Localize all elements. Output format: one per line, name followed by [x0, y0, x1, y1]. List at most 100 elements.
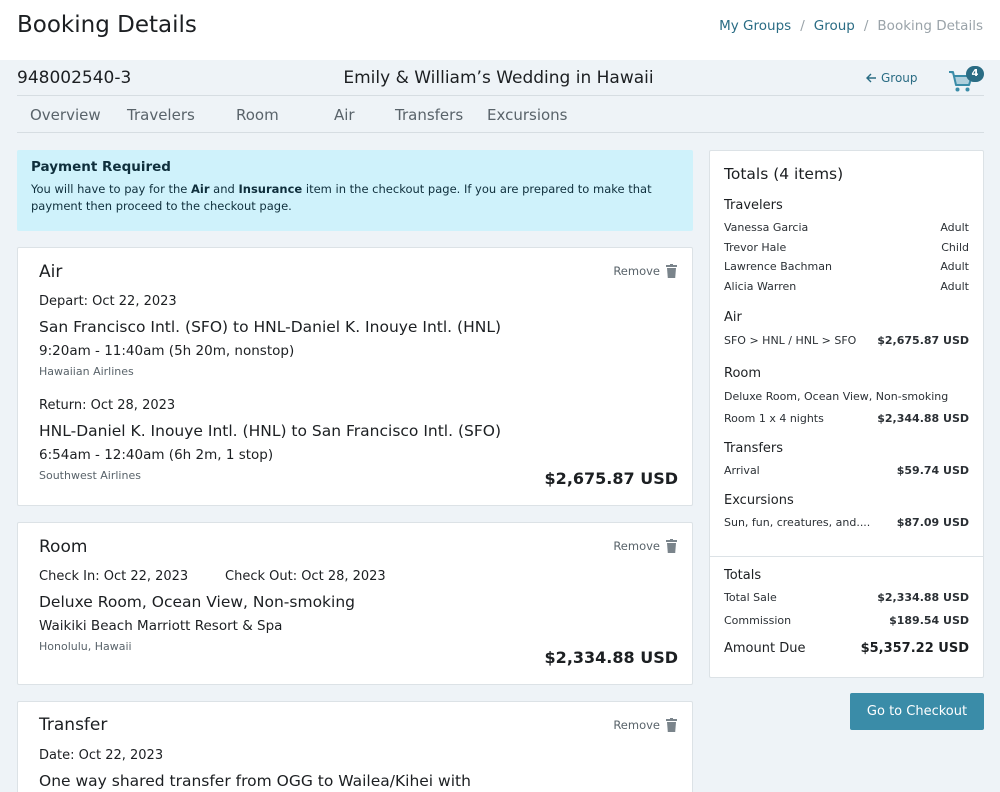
totals-travelers-heading: Travelers: [724, 198, 783, 213]
traveler-type: Adult: [940, 221, 969, 234]
totals-room-heading: Room: [724, 366, 762, 381]
tab-overview[interactable]: Overview: [30, 106, 101, 124]
hotel-location: Honolulu, Hawaii: [39, 640, 132, 653]
transfer-remove-button[interactable]: Remove: [613, 718, 677, 732]
transfer-summary: Arrival: [724, 464, 760, 477]
room-nights-summary: Room 1 x 4 nights: [724, 412, 824, 425]
alert-text: You will have to pay for the: [31, 182, 192, 196]
arrow-left-icon: [866, 73, 876, 83]
air-remove-button[interactable]: Remove: [613, 264, 677, 278]
tab-travelers[interactable]: Travelers: [127, 106, 195, 124]
trash-icon: [666, 718, 677, 732]
totals-air-heading: Air: [724, 310, 742, 325]
amount-due-label: Amount Due: [724, 641, 806, 656]
room-price: $2,334.88 USD: [544, 648, 678, 667]
room-card-title: Room: [39, 537, 88, 557]
trash-icon: [666, 539, 677, 553]
return-airline: Southwest Airlines: [39, 469, 141, 482]
tab-excursions[interactable]: Excursions: [487, 106, 568, 124]
depart-time: 9:20am - 11:40am (5h 20m, nonstop): [39, 343, 295, 359]
depart-route: San Francisco Intl. (SFO) to HNL-Daniel …: [39, 318, 502, 336]
room-card: Room Remove Check In: Oct 22, 2023 Check…: [17, 522, 693, 685]
payment-required-alert: Payment Required You will have to pay fo…: [17, 150, 693, 231]
excursion-summary: Sun, fun, creatures, and....: [724, 516, 871, 529]
tab-transfers[interactable]: Transfers: [395, 106, 463, 124]
amount-due-value: $5,357.22 USD: [860, 641, 969, 656]
alert-title: Payment Required: [31, 159, 171, 175]
traveler-name: Trevor Hale: [724, 241, 787, 254]
trash-icon: [666, 264, 677, 278]
totals-summary-heading: Totals: [724, 568, 762, 583]
alert-text: payment then proceed to the checkout pag…: [31, 199, 292, 213]
page-title: Booking Details: [17, 12, 197, 38]
top-bar: Booking Details My Groups / Group / Book…: [0, 0, 1000, 60]
total-sale-value: $2,334.88 USD: [877, 591, 969, 604]
alert-insurance-highlight: Insurance: [238, 182, 303, 196]
go-to-checkout-button[interactable]: Go to Checkout: [850, 693, 984, 730]
total-sale-row: Total Sale $2,334.88 USD: [724, 591, 969, 604]
group-name: Emily & William’s Wedding in Hawaii: [343, 68, 654, 88]
cart-count-badge: 4: [966, 66, 984, 82]
totals-room-type-row: Deluxe Room, Ocean View, Non-smoking: [724, 390, 969, 403]
remove-label: Remove: [613, 264, 660, 278]
traveler-name: Alicia Warren: [724, 280, 797, 293]
traveler-row: Vanessa Garcia Adult: [724, 221, 969, 234]
breadcrumb-my-groups[interactable]: My Groups: [719, 18, 791, 34]
traveler-row: Trevor Hale Child: [724, 241, 969, 254]
tab-air[interactable]: Air: [334, 106, 355, 124]
alert-text: and: [209, 182, 239, 196]
breadcrumb-separator: /: [863, 18, 869, 34]
totals-excursion-row: Sun, fun, creatures, and.... $87.09 USD: [724, 516, 969, 529]
room-type: Deluxe Room, Ocean View, Non-smoking: [39, 593, 355, 611]
cart-button[interactable]: 4: [948, 66, 984, 92]
transfer-date: Date: Oct 22, 2023: [39, 748, 164, 763]
transfer-card-title: Transfer: [39, 715, 108, 735]
commission-value: $189.54 USD: [889, 614, 969, 627]
room-remove-button[interactable]: Remove: [613, 539, 677, 553]
total-sale-label: Total Sale: [724, 591, 777, 604]
traveler-name: Lawrence Bachman: [724, 260, 832, 273]
remove-label: Remove: [613, 718, 660, 732]
totals-transfer-row: Arrival $59.74 USD: [724, 464, 969, 477]
alert-text: item in the checkout page. If you are pr…: [302, 182, 652, 196]
excursion-price-summary: $87.09 USD: [896, 516, 969, 529]
return-date: Return: Oct 28, 2023: [39, 398, 176, 413]
totals-divider: [710, 556, 983, 557]
depart-airline: Hawaiian Airlines: [39, 365, 134, 378]
traveler-type: Adult: [940, 260, 969, 273]
room-type-summary: Deluxe Room, Ocean View, Non-smoking: [724, 390, 949, 403]
tab-room[interactable]: Room: [236, 106, 279, 124]
breadcrumb-group[interactable]: Group: [814, 18, 855, 34]
breadcrumb: My Groups / Group / Booking Details: [719, 18, 983, 34]
back-link-label: Group: [881, 71, 918, 85]
back-to-group-link[interactable]: Group: [866, 71, 918, 85]
alert-body: You will have to pay for the Air and Ins…: [31, 181, 679, 215]
breadcrumb-current: Booking Details: [877, 18, 983, 34]
transfer-description: One way shared transfer from OGG to Wail…: [39, 772, 471, 790]
totals-panel: Totals (4 items) Travelers Vanessa Garci…: [709, 150, 984, 678]
hotel-name: Waikiki Beach Marriott Resort & Spa: [39, 618, 283, 634]
traveler-type: Adult: [940, 280, 969, 293]
traveler-row: Lawrence Bachman Adult: [724, 260, 969, 273]
transfer-card: Transfer Remove Date: Oct 22, 2023 One w…: [17, 701, 693, 792]
totals-air-row: SFO > HNL / HNL > SFO $2,675.87 USD: [724, 334, 969, 347]
commission-row: Commission $189.54 USD: [724, 614, 969, 627]
traveler-type: Child: [941, 241, 969, 254]
commission-label: Commission: [724, 614, 792, 627]
amount-due-row: Amount Due $5,357.22 USD: [724, 641, 969, 656]
traveler-row: Alicia Warren Adult: [724, 280, 969, 293]
totals-transfers-heading: Transfers: [724, 441, 784, 456]
totals-room-row: Room 1 x 4 nights $2,344.88 USD: [724, 412, 969, 425]
depart-date: Depart: Oct 22, 2023: [39, 294, 177, 309]
air-card-title: Air: [39, 262, 63, 282]
air-route-summary: SFO > HNL / HNL > SFO: [724, 334, 857, 347]
air-price-summary: $2,675.87 USD: [877, 334, 969, 347]
air-price: $2,675.87 USD: [544, 469, 678, 488]
check-out-date: Check Out: Oct 28, 2023: [225, 569, 386, 584]
tab-bar: Overview Travelers Room Air Transfers Ex…: [17, 97, 984, 133]
room-price-summary: $2,344.88 USD: [877, 412, 969, 425]
totals-excursions-heading: Excursions: [724, 493, 794, 508]
breadcrumb-separator: /: [800, 18, 805, 34]
booking-info-bar: 948002540-3 Emily & William’s Wedding in…: [17, 60, 984, 96]
return-time: 6:54am - 12:40am (6h 2m, 1 stop): [39, 447, 274, 463]
